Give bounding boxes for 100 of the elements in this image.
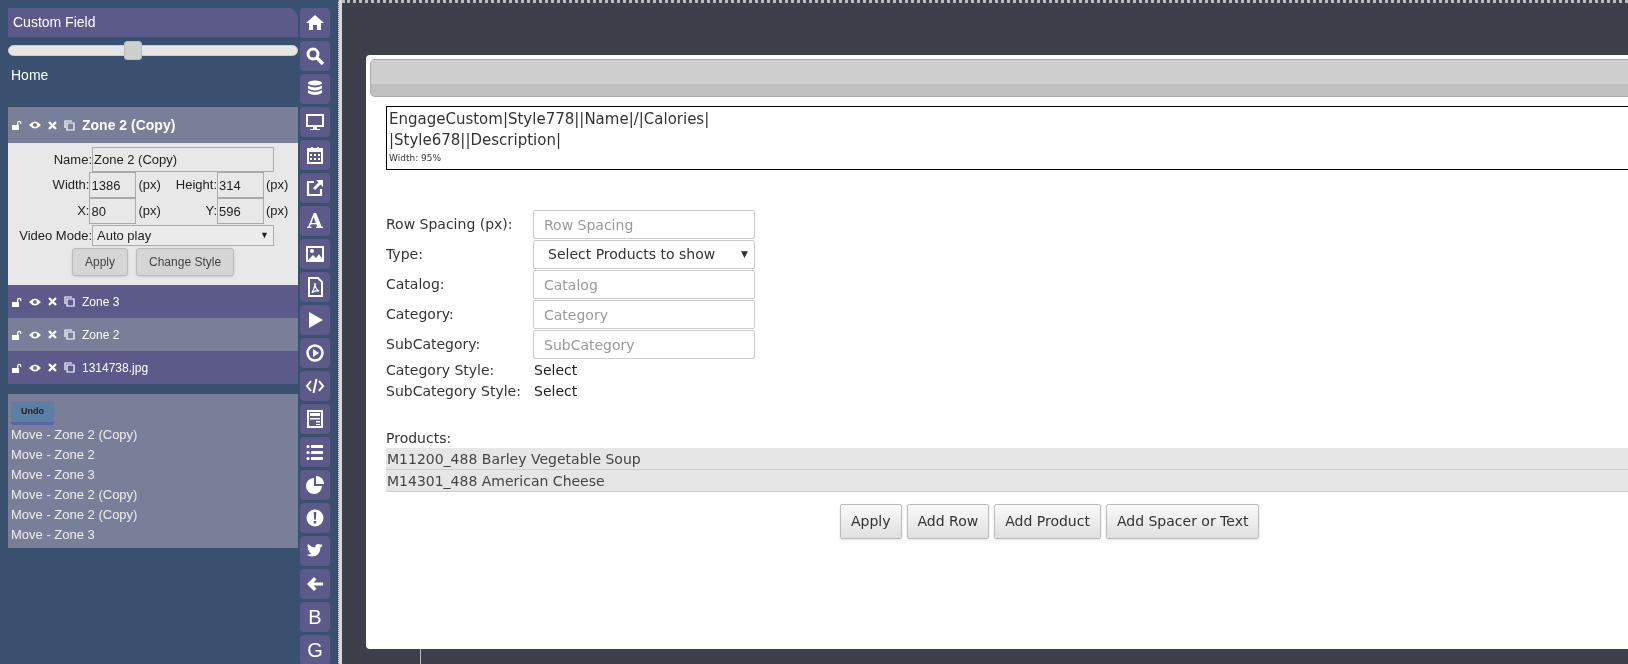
field-label: X: — [76, 202, 90, 221]
layer-name: Zone 2 (Copy) — [82, 115, 176, 135]
toolbar-button[interactable] — [300, 536, 330, 566]
image-icon — [305, 244, 325, 264]
toolbar-button[interactable] — [300, 305, 330, 335]
field-label: Height: — [174, 176, 217, 195]
unit-label: (px) — [266, 176, 290, 195]
close-icon[interactable] — [48, 330, 57, 339]
close-icon[interactable] — [48, 363, 57, 372]
toolbar-button[interactable]: A — [300, 206, 330, 236]
unlock-icon[interactable] — [11, 120, 22, 130]
code-icon — [305, 376, 325, 396]
close-icon[interactable] — [48, 297, 57, 306]
toolbar-button[interactable] — [300, 173, 330, 203]
zone-button[interactable]: Apply — [72, 248, 129, 276]
style-link[interactable]: Select — [533, 381, 578, 402]
toolbar-button[interactable] — [300, 503, 330, 533]
number-field[interactable]: 80 — [89, 198, 137, 224]
toolbar-button[interactable] — [300, 41, 330, 71]
field-label: Row Spacing (px): — [386, 215, 514, 234]
zone-button[interactable]: Change Style — [136, 248, 235, 276]
eye-icon[interactable] — [29, 330, 41, 339]
calendar-icon — [305, 145, 325, 165]
copy-icon[interactable] — [64, 329, 75, 340]
dialog-button[interactable]: Add Row — [906, 504, 990, 539]
field-label: Category Style: — [386, 361, 496, 380]
number-field[interactable]: 1386 — [89, 172, 137, 198]
unit-label: (px) — [138, 176, 162, 195]
unit-label: (px) — [266, 202, 290, 221]
home-icon — [305, 13, 325, 33]
layer-row[interactable]: Zone 2 — [8, 318, 298, 351]
unlock-icon[interactable] — [11, 329, 22, 340]
history-entry[interactable]: Move - Zone 3 — [11, 525, 95, 546]
number-field[interactable]: 314 — [217, 172, 264, 198]
copy-icon[interactable] — [64, 362, 75, 373]
template-line: EngageCustom|Style778||Name|/|Calories| — [389, 109, 710, 130]
product-row[interactable]: M14301_488 American Cheese — [386, 470, 1628, 492]
layer-row[interactable]: Zone 2 (Copy) — [8, 107, 298, 143]
copy-icon[interactable] — [64, 296, 75, 307]
toolbar-button[interactable] — [300, 338, 330, 368]
text-field[interactable]: Row Spacing — [533, 210, 755, 239]
unlock-icon[interactable] — [11, 362, 22, 373]
undo-button[interactable]: Undo — [11, 401, 54, 426]
field-label: Category: — [386, 305, 455, 324]
panel-header: Custom Field — [8, 8, 298, 37]
dialog-button[interactable]: Apply — [840, 504, 902, 539]
dialog-button[interactable]: Add Product — [994, 504, 1101, 539]
slider-thumb[interactable] — [123, 41, 142, 60]
unit-label: (px) — [138, 202, 162, 221]
text-field[interactable]: Catalog — [533, 270, 755, 299]
field-label: Width: — [51, 176, 90, 195]
toolbar-button[interactable] — [300, 239, 330, 269]
eye-icon[interactable] — [29, 121, 41, 129]
unlock-icon[interactable] — [11, 296, 22, 307]
toolbar-button[interactable] — [300, 569, 330, 599]
template-line: |Style678||Description| — [389, 130, 561, 151]
text-field[interactable]: SubCategory — [533, 330, 755, 359]
pie-chart-icon — [305, 475, 325, 495]
eye-icon[interactable] — [29, 363, 41, 372]
product-row[interactable]: M11200_488 Barley Vegetable Soup — [386, 448, 1628, 470]
layer-name: Zone 2 — [82, 326, 120, 344]
toolbar-button[interactable] — [300, 404, 330, 434]
dialog-button[interactable]: Add Spacer or Text — [1105, 504, 1260, 539]
video-mode-select[interactable]: Auto play ▼ — [92, 225, 274, 246]
type-select[interactable]: Select Products to show ▼ — [533, 240, 755, 269]
toolbar-button[interactable] — [300, 8, 330, 38]
toolbar-button[interactable] — [300, 140, 330, 170]
toolbar-button[interactable] — [300, 470, 330, 500]
toolbar-button[interactable] — [300, 371, 330, 401]
field-label: Type: — [386, 245, 424, 264]
field-label: Y: — [204, 202, 217, 221]
list-icon — [305, 442, 325, 462]
toolbar-button[interactable]: G — [300, 635, 330, 664]
layer-row[interactable]: Zone 3 — [8, 285, 298, 318]
history-entry[interactable]: Move - Zone 3 — [11, 465, 95, 486]
external-link-icon — [305, 178, 325, 198]
field-label: Catalog: — [386, 275, 446, 294]
breadcrumb[interactable]: Home — [8, 65, 49, 85]
toolbar-button[interactable] — [300, 74, 330, 104]
close-icon[interactable] — [48, 120, 57, 130]
field-label: Name: — [52, 150, 92, 169]
monitor-icon — [305, 112, 325, 132]
text-field[interactable]: Category — [533, 300, 755, 329]
toolbar-button[interactable] — [300, 272, 330, 302]
style-link[interactable]: Select — [533, 360, 578, 381]
newspaper-icon — [305, 409, 325, 429]
arrow-left-icon — [305, 574, 325, 594]
toolbar-button[interactable] — [300, 437, 330, 467]
eye-icon[interactable] — [29, 297, 41, 306]
name-field[interactable]: Zone 2 (Copy) — [92, 147, 274, 172]
layer-name: 1314738.jpg — [82, 359, 149, 377]
exclamation-icon — [305, 508, 325, 528]
copy-icon[interactable] — [64, 119, 75, 131]
field-label: SubCategory Style: — [386, 382, 522, 401]
toolbar-button[interactable] — [300, 107, 330, 137]
number-field[interactable]: 596 — [217, 198, 264, 224]
template-box[interactable]: EngageCustom|Style778||Name|/|Calories| |Style678||Description| Width: 95% — [386, 106, 1628, 170]
toolbar-button[interactable]: B — [300, 602, 330, 632]
layer-row[interactable]: 1314738.jpg — [8, 351, 298, 384]
field-label: Video Mode: — [18, 226, 92, 245]
